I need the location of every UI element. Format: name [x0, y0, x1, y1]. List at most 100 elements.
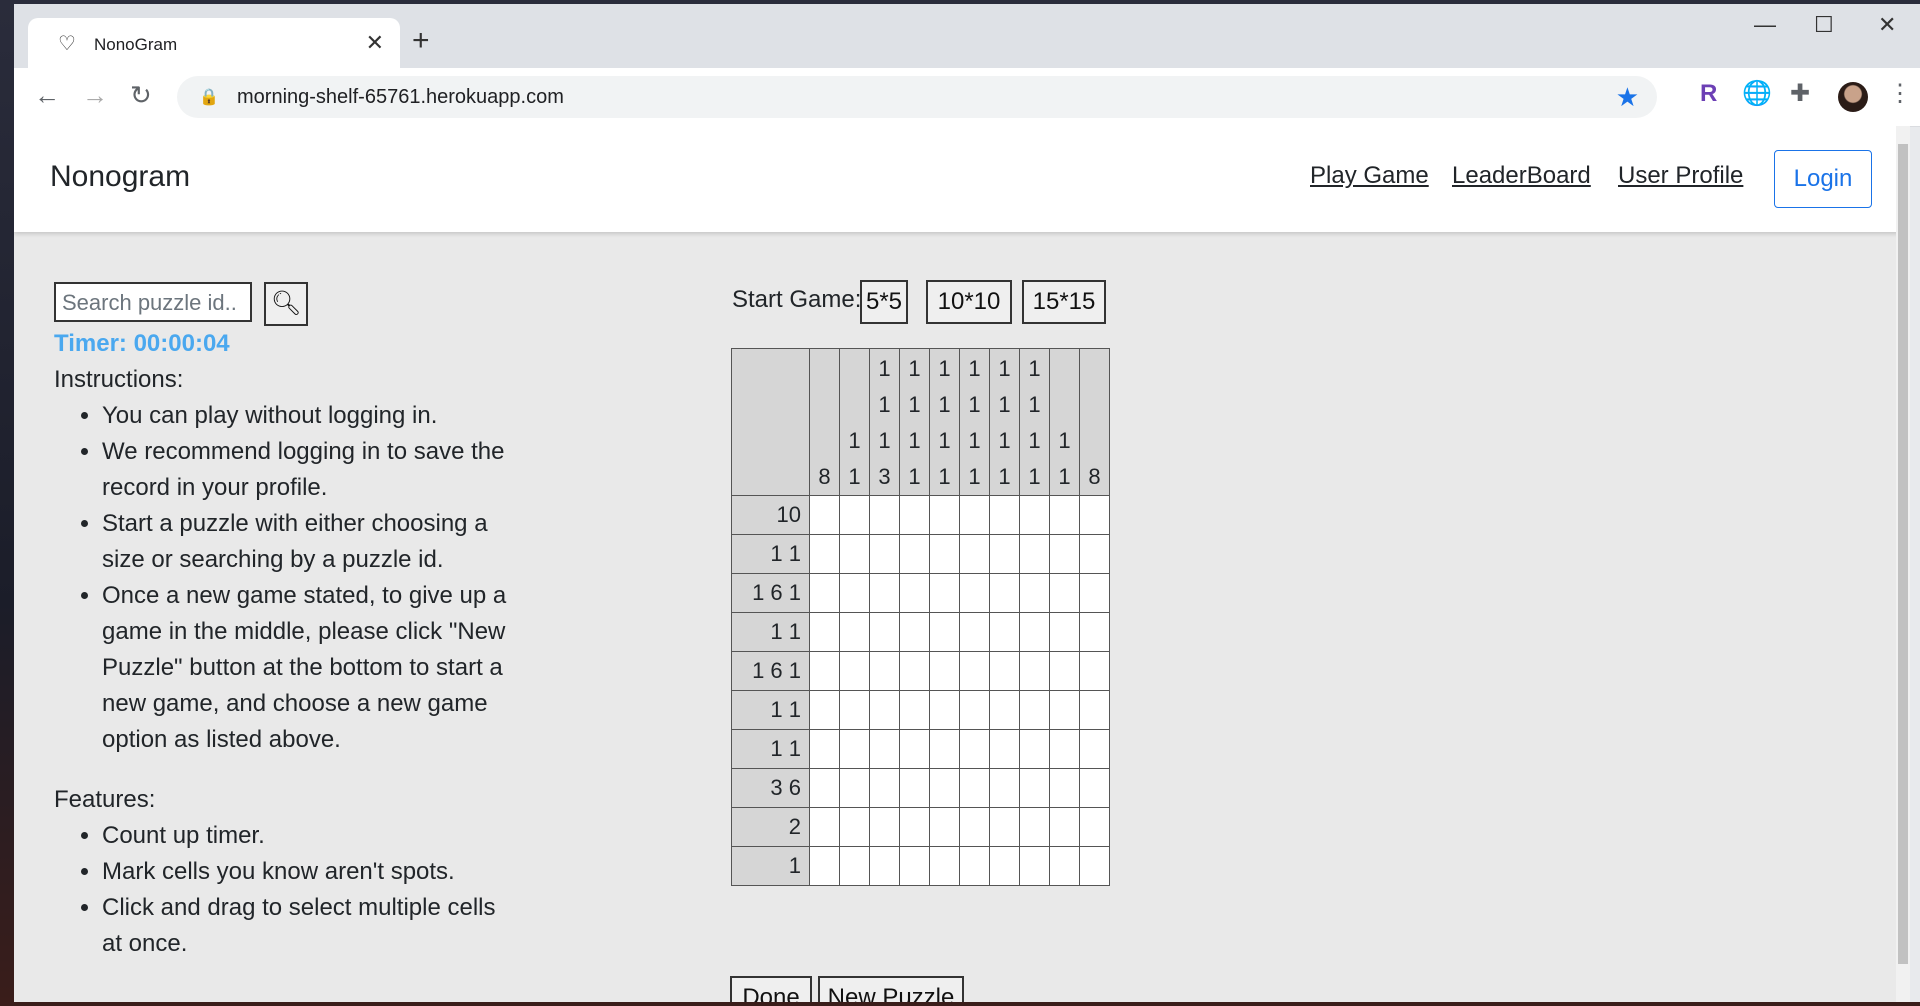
board-cell[interactable]: [989, 651, 1020, 691]
board-cell[interactable]: [959, 612, 990, 652]
board-cell[interactable]: [869, 573, 900, 613]
forward-icon[interactable]: →: [82, 82, 108, 108]
bookmark-star-icon[interactable]: ★: [1616, 82, 1639, 113]
maximize-icon[interactable]: ☐: [1814, 14, 1834, 36]
board-cell[interactable]: [899, 573, 930, 613]
board-cell[interactable]: [1049, 534, 1080, 574]
board-cell[interactable]: [1049, 495, 1080, 535]
board-cell[interactable]: [1019, 573, 1050, 613]
board-cell[interactable]: [869, 495, 900, 535]
board-cell[interactable]: [809, 612, 840, 652]
board-cell[interactable]: [809, 807, 840, 847]
board-cell[interactable]: [1079, 729, 1110, 769]
board-cell[interactable]: [959, 495, 990, 535]
board-cell[interactable]: [869, 651, 900, 691]
board-cell[interactable]: [899, 651, 930, 691]
nav-leaderboard-link[interactable]: LeaderBoard: [1452, 162, 1591, 190]
board-cell[interactable]: [989, 729, 1020, 769]
board-cell[interactable]: [929, 651, 960, 691]
board-cell[interactable]: [1019, 768, 1050, 808]
board-cell[interactable]: [869, 690, 900, 730]
board-cell[interactable]: [869, 534, 900, 574]
scrollbar-thumb[interactable]: [1898, 144, 1908, 964]
login-button[interactable]: Login: [1774, 150, 1872, 208]
board-cell[interactable]: [1019, 612, 1050, 652]
board-cell[interactable]: [809, 573, 840, 613]
board-cell[interactable]: [1079, 768, 1110, 808]
board-cell[interactable]: [1019, 729, 1050, 769]
address-bar[interactable]: 🔒 morning-shelf-65761.herokuapp.com ★: [177, 76, 1657, 118]
board-cell[interactable]: [929, 729, 960, 769]
new-tab-icon[interactable]: +: [412, 26, 430, 56]
board-cell[interactable]: [839, 495, 870, 535]
board-cell[interactable]: [989, 768, 1020, 808]
board-cell[interactable]: [1049, 612, 1080, 652]
size-5x5-button[interactable]: 5*5: [860, 280, 908, 324]
board-cell[interactable]: [1049, 729, 1080, 769]
board-cell[interactable]: [959, 729, 990, 769]
nav-play-game-link[interactable]: Play Game: [1310, 162, 1429, 190]
board-cell[interactable]: [899, 495, 930, 535]
board-cell[interactable]: [929, 768, 960, 808]
size-10x10-button[interactable]: 10*10: [926, 280, 1012, 324]
board-cell[interactable]: [1019, 846, 1050, 886]
board-cell[interactable]: [899, 807, 930, 847]
board-cell[interactable]: [959, 768, 990, 808]
board-cell[interactable]: [929, 807, 960, 847]
window-close-icon[interactable]: ✕: [1878, 14, 1896, 36]
board-cell[interactable]: [1049, 651, 1080, 691]
board-cell[interactable]: [1049, 690, 1080, 730]
board-cell[interactable]: [989, 612, 1020, 652]
board-cell[interactable]: [839, 651, 870, 691]
board-cell[interactable]: [1019, 651, 1050, 691]
nav-user-profile-link[interactable]: User Profile: [1618, 162, 1743, 190]
board-cell[interactable]: [929, 495, 960, 535]
board-cell[interactable]: [809, 729, 840, 769]
board-cell[interactable]: [899, 534, 930, 574]
browser-tab[interactable]: ♡ NonoGram ✕: [28, 18, 400, 70]
board-cell[interactable]: [1079, 534, 1110, 574]
board-cell[interactable]: [839, 534, 870, 574]
board-cell[interactable]: [989, 573, 1020, 613]
board-cell[interactable]: [929, 846, 960, 886]
board-cell[interactable]: [1049, 807, 1080, 847]
board-cell[interactable]: [1019, 807, 1050, 847]
board-cell[interactable]: [959, 573, 990, 613]
board-cell[interactable]: [869, 729, 900, 769]
board-cell[interactable]: [839, 807, 870, 847]
board-cell[interactable]: [1049, 846, 1080, 886]
board-cell[interactable]: [1079, 573, 1110, 613]
back-icon[interactable]: ←: [34, 82, 60, 108]
minimize-icon[interactable]: —: [1754, 14, 1776, 36]
board-cell[interactable]: [869, 768, 900, 808]
board-cell[interactable]: [809, 846, 840, 886]
board-cell[interactable]: [899, 846, 930, 886]
board-cell[interactable]: [1019, 495, 1050, 535]
board-cell[interactable]: [899, 612, 930, 652]
board-cell[interactable]: [899, 768, 930, 808]
board-cell[interactable]: [1079, 846, 1110, 886]
site-brand[interactable]: Nonogram: [50, 160, 190, 194]
board-cell[interactable]: [989, 690, 1020, 730]
board-cell[interactable]: [959, 690, 990, 730]
board-cell[interactable]: [1019, 690, 1050, 730]
done-button[interactable]: Done: [730, 976, 812, 1002]
board-cell[interactable]: [989, 846, 1020, 886]
board-cell[interactable]: [959, 651, 990, 691]
board-cell[interactable]: [929, 612, 960, 652]
board-cell[interactable]: [1019, 534, 1050, 574]
board-cell[interactable]: [809, 651, 840, 691]
profile-avatar[interactable]: [1838, 82, 1868, 112]
board-cell[interactable]: [809, 495, 840, 535]
tab-close-icon[interactable]: ✕: [366, 32, 384, 54]
board-cell[interactable]: [929, 573, 960, 613]
board-cell[interactable]: [839, 768, 870, 808]
board-cell[interactable]: [839, 729, 870, 769]
board-cell[interactable]: [899, 729, 930, 769]
board-cell[interactable]: [899, 690, 930, 730]
new-puzzle-button[interactable]: New Puzzle: [818, 976, 964, 1002]
board-cell[interactable]: [989, 534, 1020, 574]
board-cell[interactable]: [1079, 495, 1110, 535]
board-cell[interactable]: [1049, 573, 1080, 613]
board-cell[interactable]: [1079, 651, 1110, 691]
